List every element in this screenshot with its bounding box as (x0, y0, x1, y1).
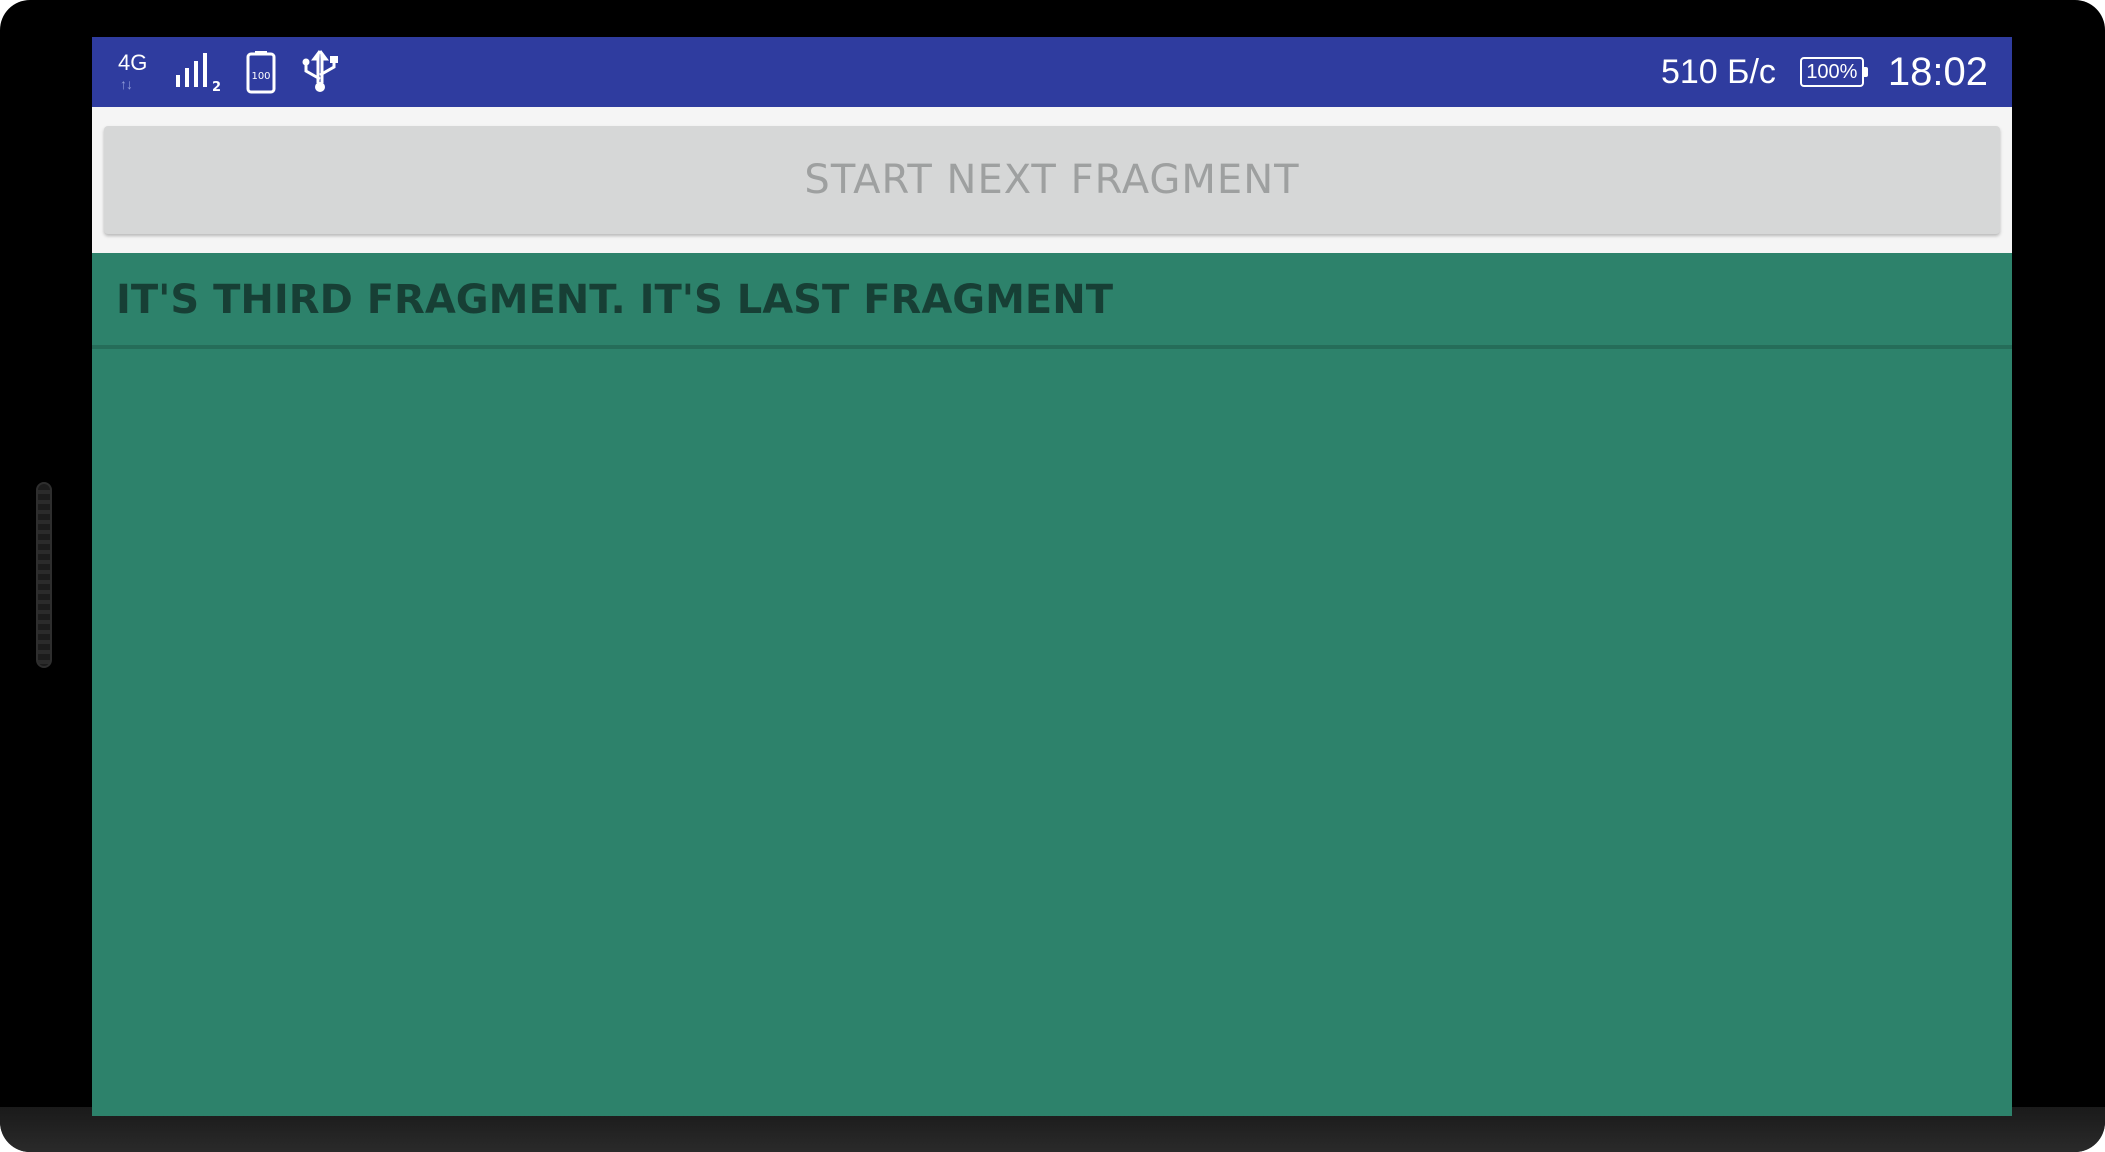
device-side-button (36, 482, 52, 668)
usb-icon (302, 50, 338, 92)
status-clock: 18:02 (1887, 49, 1988, 94)
signal-strength-icon: 2 (176, 53, 221, 95)
start-next-fragment-button[interactable]: START NEXT FRAGMENT (104, 126, 2000, 234)
battery-icon-level: 100 (251, 71, 270, 82)
network-type-label: 4G (118, 50, 148, 75)
network-activity-arrows: ↑↓ (120, 76, 133, 92)
status-bar: 4G ↑↓ 2 100 510 Б/с 100% 18:02 (92, 37, 2012, 107)
signal-sim-index: 2 (212, 80, 221, 95)
battery-icon: 100 (246, 51, 276, 94)
network-speed: 510 Б/с (1660, 52, 1776, 91)
fragment-content-area (92, 349, 2012, 1116)
status-icons-right: 510 Б/с 100% 18:02 (1661, 37, 1988, 107)
battery-percent: 100% (1799, 57, 1868, 87)
fragment-title: IT'S THIRD FRAGMENT. IT'S LAST FRAGMENT (116, 277, 1113, 323)
fragment-header: IT'S THIRD FRAGMENT. IT'S LAST FRAGMENT (92, 253, 2012, 349)
device-frame: 4G ↑↓ 2 100 510 Б/с 100% 18:02 START NEX… (0, 0, 2105, 1152)
status-icons-left: 4G ↑↓ 2 100 (118, 49, 342, 95)
network-4g-icon: 4G ↑↓ (118, 49, 152, 95)
screen: 4G ↑↓ 2 100 510 Б/с 100% 18:02 START NEX… (92, 37, 2012, 1116)
button-container: START NEXT FRAGMENT (92, 107, 2012, 253)
